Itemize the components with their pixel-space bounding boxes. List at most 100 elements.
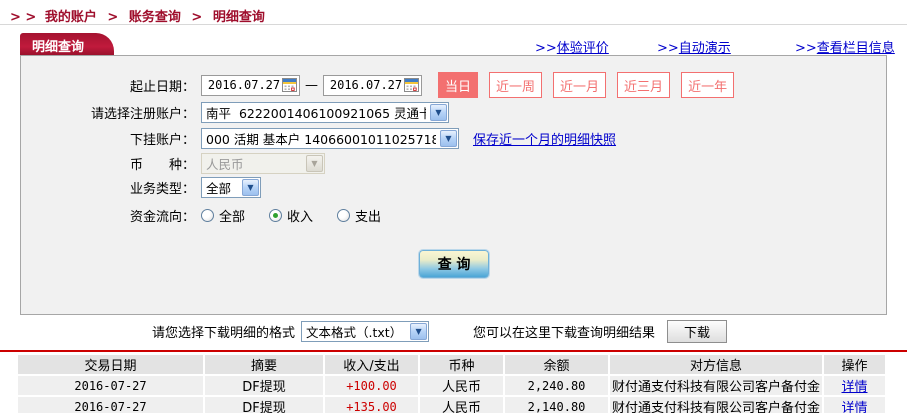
- col-header-action: 操作: [824, 355, 885, 374]
- cell-balance: 2,240.80: [505, 376, 608, 395]
- sub-account-value: 000 活期 基本户 1406600101102571848: [206, 131, 436, 147]
- flow-row: 资金流向： 全部 收入 支出: [21, 205, 886, 225]
- register-account-label: 请选择注册账户：: [90, 106, 195, 122]
- currency-label: 币 种：: [129, 157, 195, 173]
- currency-value: 人民币: [206, 156, 244, 172]
- biz-type-row: 业务类型： 全部 ▼: [21, 176, 886, 198]
- register-account-value: 南平 6222001406100921065 灵通卡: [206, 105, 426, 121]
- flow-option-label: 全部: [219, 209, 246, 225]
- cell-action: 详情: [824, 376, 885, 395]
- sub-account-select[interactable]: 000 活期 基本户 1406600101102571848 ▼: [201, 127, 459, 149]
- radio-icon[interactable]: [337, 208, 351, 222]
- biz-type-value: 全部: [206, 180, 232, 196]
- radio-icon[interactable]: [201, 208, 214, 222]
- breadcrumb-separator: >: [107, 10, 119, 25]
- chevron-down-icon: ▼: [430, 103, 447, 121]
- col-header-amount: 收入/支出: [325, 355, 418, 374]
- table-header-row: 交易日期 摘要 收入/支出 币种 余额 对方信息 操作: [18, 355, 885, 374]
- period-button-last-year[interactable]: 近一年: [681, 72, 735, 98]
- col-header-counterparty: 对方信息: [610, 355, 822, 374]
- divider: [0, 24, 907, 25]
- download-format-label: 请您选择下载明细的格式: [152, 325, 296, 341]
- chevron-down-icon: ▼: [410, 322, 428, 340]
- breadcrumb-item-detail-query[interactable]: 明细查询: [213, 10, 265, 25]
- download-row: 请您选择下载明细的格式 文本格式（.txt） ▼ 您可以在这里下载查询明细结果 …: [152, 318, 728, 344]
- query-button[interactable]: 查 询: [418, 249, 490, 279]
- cell-currency: 人民币: [420, 397, 503, 413]
- date-from-box: [201, 74, 300, 96]
- cell-date: 2016-07-27: [18, 397, 203, 413]
- link-label[interactable]: 体验评价: [557, 41, 609, 56]
- table-row: 2016-07-27 DF提现 +100.00 人民币 2,240.80 财付通…: [18, 376, 885, 395]
- breadcrumb-item-my-account[interactable]: 我的账户: [45, 10, 97, 25]
- flow-option-label: 收入: [287, 209, 314, 225]
- download-format-value: 文本格式（.txt）: [306, 324, 403, 340]
- link-label[interactable]: 自动演示: [679, 41, 731, 56]
- divider-red: [0, 350, 907, 352]
- cell-amount: +100.00: [325, 376, 418, 395]
- chevron-down-icon: ▼: [306, 154, 323, 172]
- query-form-panel: 起止日期： —: [20, 55, 887, 315]
- link-auto-demo[interactable]: >>自动演示: [657, 37, 731, 56]
- cell-summary: DF提现: [205, 376, 323, 395]
- col-header-date: 交易日期: [18, 355, 203, 374]
- biz-type-select[interactable]: 全部 ▼: [201, 176, 261, 198]
- cell-counterparty: 财付通支付科技有限公司客户备付金: [610, 376, 822, 395]
- flow-option-label: 支出: [355, 209, 382, 225]
- date-range-separator: —: [305, 77, 318, 93]
- link-prefix: >>: [795, 41, 817, 56]
- breadcrumb-separator: >: [191, 10, 203, 25]
- cell-counterparty: 财付通支付科技有限公司客户备付金: [610, 397, 822, 413]
- snapshot-link[interactable]: 保存近一个月的明细快照: [473, 129, 616, 148]
- sub-account-label: 下挂账户：: [129, 132, 195, 148]
- cell-date: 2016-07-27: [18, 376, 203, 395]
- col-header-summary: 摘要: [205, 355, 323, 374]
- flow-option-all[interactable]: 全部: [201, 206, 245, 225]
- detail-link[interactable]: 详情: [841, 380, 867, 395]
- link-view-column-info[interactable]: >>查看栏目信息: [795, 37, 895, 56]
- radio-icon[interactable]: [269, 208, 283, 222]
- results-table: 交易日期 摘要 收入/支出 币种 余额 对方信息 操作 2016-07-27 D…: [16, 353, 887, 413]
- breadcrumb-prefix: > >: [10, 10, 37, 25]
- sub-account-row: 下挂账户： 000 活期 基本户 1406600101102571848 ▼ 保…: [21, 127, 886, 149]
- detail-link[interactable]: 详情: [841, 401, 867, 413]
- period-button-today[interactable]: 当日: [438, 72, 479, 98]
- link-experience-rating[interactable]: >>体验评价: [535, 37, 609, 56]
- date-range-label: 起止日期：: [129, 79, 195, 95]
- register-account-select[interactable]: 南平 6222001406100921065 灵通卡 ▼: [201, 101, 449, 123]
- link-label[interactable]: 查看栏目信息: [817, 41, 895, 56]
- download-format-select[interactable]: 文本格式（.txt） ▼: [301, 320, 430, 342]
- calendar-icon[interactable]: [404, 78, 419, 92]
- link-prefix: >>: [535, 41, 557, 56]
- currency-select: 人民币 ▼: [201, 152, 325, 174]
- breadcrumb: > > 我的账户 > 账务查询 > 明细查询: [10, 6, 269, 25]
- cell-currency: 人民币: [420, 376, 503, 395]
- breadcrumb-item-account-query[interactable]: 账务查询: [129, 10, 181, 25]
- date-from-input[interactable]: [206, 78, 282, 92]
- date-to-box: [323, 74, 422, 96]
- download-button[interactable]: 下载: [667, 319, 728, 343]
- cell-summary: DF提现: [205, 397, 323, 413]
- flow-option-expense[interactable]: 支出: [337, 206, 381, 225]
- chevron-down-icon: ▼: [440, 129, 457, 147]
- date-to-input[interactable]: [328, 78, 404, 92]
- cell-amount: +135.00: [325, 397, 418, 413]
- currency-row: 币 种： 人民币 ▼: [21, 152, 886, 174]
- cell-balance: 2,140.80: [505, 397, 608, 413]
- period-button-last-week[interactable]: 近一周: [489, 72, 543, 98]
- period-button-last-month[interactable]: 近一月: [553, 72, 607, 98]
- link-prefix: >>: [657, 41, 679, 56]
- period-button-last-3-months[interactable]: 近三月: [617, 72, 671, 98]
- flow-option-income[interactable]: 收入: [269, 206, 313, 225]
- cell-action: 详情: [824, 397, 885, 413]
- page: > > 我的账户 > 账务查询 > 明细查询 明细查询 >>体验评价 >>自动演…: [0, 0, 907, 413]
- chevron-down-icon: ▼: [242, 178, 259, 196]
- table-row: 2016-07-27 DF提现 +135.00 人民币 2,140.80 财付通…: [18, 397, 885, 413]
- calendar-icon[interactable]: [282, 78, 297, 92]
- col-header-balance: 余额: [505, 355, 608, 374]
- col-header-currency: 币种: [420, 355, 503, 374]
- flow-label: 资金流向：: [129, 209, 195, 225]
- date-range-row: 起止日期： —: [21, 72, 886, 98]
- biz-type-label: 业务类型：: [129, 181, 195, 197]
- top-links: >>体验评价 >>自动演示 >>查看栏目信息: [0, 37, 907, 56]
